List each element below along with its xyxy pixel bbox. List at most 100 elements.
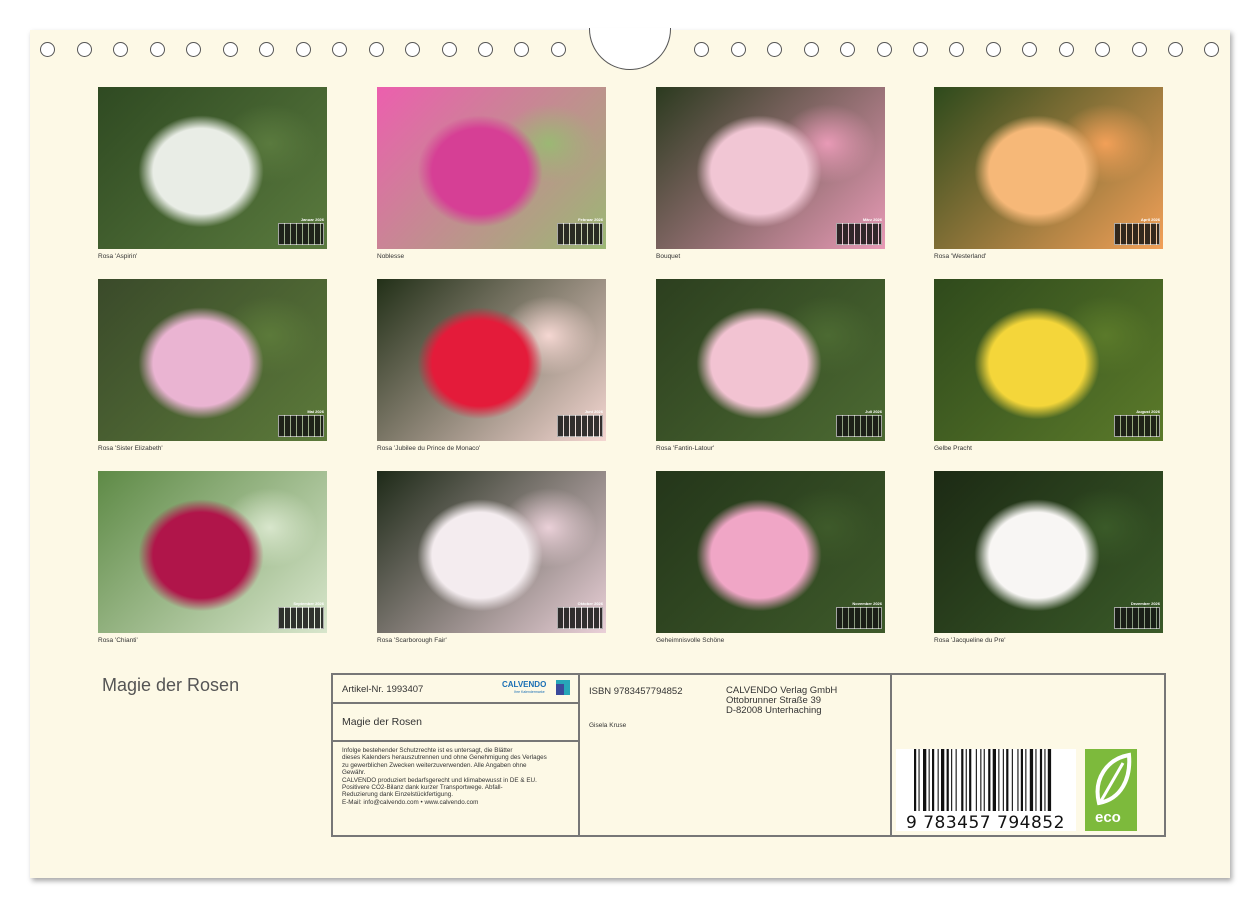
rose-photo: Januar 2026 [98, 87, 327, 249]
legal-notice: Infolge bestehender Schutzrechte ist es … [333, 742, 578, 811]
month-preview: September 2026 Rosa 'Chianti' [98, 471, 327, 645]
eco-badge: eco [1085, 749, 1137, 831]
mini-calendar: September 2026 [278, 601, 324, 629]
month-preview: August 2026 Gelbe Pracht [934, 279, 1163, 453]
binding-ring-hole [694, 42, 709, 57]
mini-calendar-grid [278, 607, 324, 629]
mini-calendar: Januar 2026 [278, 217, 324, 245]
hanger-cutout [589, 28, 671, 70]
photo-caption: Noblesse [377, 253, 405, 260]
rose-photo: Februar 2026 [377, 87, 606, 249]
leaf-icon [1095, 752, 1132, 806]
photo-caption: Rosa 'Scarborough Fair' [377, 637, 447, 644]
photo-caption: Rosa 'Jubilee du Prince de Monaco' [377, 445, 481, 452]
binding-ring-hole [332, 42, 347, 57]
binding-ring-hole [986, 42, 1001, 57]
author: Gisela Kruse [589, 722, 627, 729]
legal-line: Reduzierung dank Einzelstückfertigung. [342, 791, 453, 799]
binding-ring-hole [1132, 42, 1147, 57]
article-row: Artikel-Nr. 1993407 CALVENDO Ihre Kalend… [333, 675, 578, 704]
photo-caption: Gelbe Pracht [934, 445, 972, 452]
legal-line: Gewähr. [342, 769, 366, 777]
article-number: Artikel-Nr. 1993407 [342, 684, 424, 695]
rose-photo: Juni 2026 [377, 279, 606, 441]
binding-ring-hole [77, 42, 92, 57]
rose-photo: Dezember 2026 [934, 471, 1163, 633]
rose-photo: November 2026 [656, 471, 885, 633]
mini-calendar-grid [1114, 607, 1160, 629]
mini-calendar-grid [557, 223, 603, 245]
binding-ring-hole [1022, 42, 1037, 57]
mini-calendar-grid [1114, 415, 1160, 437]
mini-calendar-grid [1114, 223, 1160, 245]
mini-calendar: April 2026 [1114, 217, 1160, 245]
calendar-title: Magie der Rosen [102, 675, 240, 695]
binding-ring-hole [514, 42, 529, 57]
binding-ring-hole [223, 42, 238, 57]
month-preview: Februar 2026 Noblesse [377, 87, 606, 261]
month-preview: Januar 2026 Rosa 'Aspirin' [98, 87, 327, 261]
mini-calendar: Juli 2026 [836, 409, 882, 437]
rose-photo: Oktober 2026 [377, 471, 606, 633]
mini-calendar-grid [836, 607, 882, 629]
month-preview: Mai 2026 Rosa 'Sister Elizabeth' [98, 279, 327, 453]
logo-mark-icon-inner [556, 684, 564, 695]
binding-ring-hole [40, 42, 55, 57]
binding-ring-hole [949, 42, 964, 57]
rose-photo: Mai 2026 [98, 279, 327, 441]
mini-calendar: März 2026 [836, 217, 882, 245]
legal-line: Positivere CO2-Bilanz dank kurzer Transp… [342, 784, 503, 792]
mini-calendar: Dezember 2026 [1114, 601, 1160, 629]
mini-calendar: Juni 2026 [557, 409, 603, 437]
legal-line: CALVENDO produziert bedarfsgerecht und k… [342, 776, 537, 784]
binding-ring-hole [731, 42, 746, 57]
legal-line: Infolge bestehender Schutzrechte ist es … [342, 747, 513, 754]
publisher-address: CALVENDO Verlag GmbH Ottobrunner Straße 3… [726, 686, 837, 716]
barcode-number: 9 783457 794852 [906, 813, 1065, 833]
info-box: Artikel-Nr. 1993407 CALVENDO Ihre Kalend… [331, 673, 1166, 837]
mini-calendar-grid [836, 223, 882, 245]
mini-calendar: Mai 2026 [278, 409, 324, 437]
month-preview: Juni 2026 Rosa 'Jubilee du Prince de Mona… [377, 279, 606, 453]
photo-caption: Rosa 'Aspirin' [98, 253, 138, 260]
binding-ring-hole [1168, 42, 1183, 57]
photo-caption: Bouquet [656, 253, 681, 260]
month-preview: Juli 2026 Rosa 'Fantin-Latour' [656, 279, 885, 453]
month-preview: Oktober 2026 Rosa 'Scarborough Fair' [377, 471, 606, 645]
binding-ring-hole [113, 42, 128, 57]
photo-caption: Rosa 'Sister Elizabeth' [98, 445, 163, 452]
binding-ring-hole [478, 42, 493, 57]
barcode-bars [914, 749, 1052, 811]
logo-text: CALVENDO [502, 680, 547, 689]
mini-calendar: August 2026 [1114, 409, 1160, 437]
calvendo-logo: CALVENDO Ihre Kalendermarke [502, 680, 570, 698]
eco-label: eco [1095, 809, 1121, 826]
binding-ring-hole [767, 42, 782, 57]
info-column-left: Artikel-Nr. 1993407 CALVENDO Ihre Kalend… [333, 675, 580, 835]
info-column-middle: ISBN 9783457794852 CALVENDO Verlag GmbH O… [580, 675, 892, 835]
mini-calendar: November 2026 [836, 601, 882, 629]
binding-ring-hole [296, 42, 311, 57]
binding-ring-hole [150, 42, 165, 57]
photo-caption: Rosa 'Westerland' [934, 253, 987, 260]
binding-ring-hole [551, 42, 566, 57]
legal-line: E-Mail: info@calvendo.com • www.calvendo… [342, 798, 479, 806]
binding-ring-hole [840, 42, 855, 57]
mini-calendar: Oktober 2026 [557, 601, 603, 629]
info-column-right: 9 783457 794852 eco [892, 675, 1164, 835]
photo-caption: Rosa 'Jacqueline du Pre' [934, 637, 1006, 644]
photo-caption: Geheimnisvolle Schöne [656, 637, 725, 644]
legal-line: zu gewerblichen Zwecken weiterzuverwende… [342, 761, 527, 769]
rose-photo: August 2026 [934, 279, 1163, 441]
mini-calendar: Februar 2026 [557, 217, 603, 245]
binding-ring-hole [877, 42, 892, 57]
mini-calendar-grid [557, 607, 603, 629]
photo-caption: Rosa 'Fantin-Latour' [656, 445, 715, 452]
mini-calendar-grid [836, 415, 882, 437]
calendar-back-page: Januar 2026 Rosa 'Aspirin' Februar 2026 Nob… [30, 28, 1230, 878]
binding-ring-hole [259, 42, 274, 57]
binding-ring-hole [1204, 42, 1219, 57]
barcode: 9 783457 794852 [896, 749, 1076, 833]
rose-photo: September 2026 [98, 471, 327, 633]
binding-ring-hole [186, 42, 201, 57]
